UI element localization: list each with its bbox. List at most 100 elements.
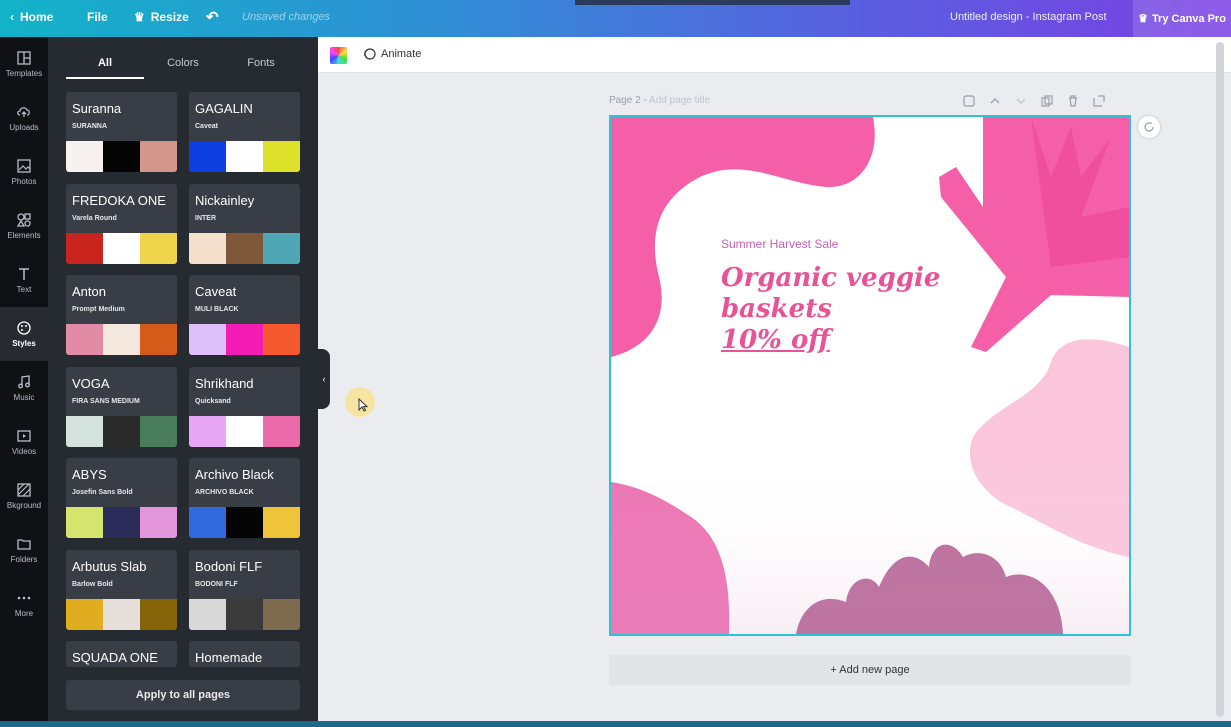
page-header: Page 2 - Add page title <box>609 95 711 106</box>
style-card[interactable]: SQUADA ONE <box>66 641 177 667</box>
style-card[interactable]: Caveat MULI BLACK <box>189 275 300 355</box>
style-card-subfont: Prompt Medium <box>72 306 125 313</box>
resize-button[interactable]: ♛ Resize <box>134 10 189 24</box>
rail-item-styles[interactable]: Styles <box>0 307 48 361</box>
color-swatch <box>226 507 263 538</box>
style-card[interactable]: Homemade <box>189 641 300 667</box>
design-canvas[interactable]: Summer Harvest Sale Organic veggie baske… <box>609 115 1131 636</box>
move-down-icon[interactable] <box>1014 94 1028 108</box>
rail-item-elements[interactable]: Elements <box>0 199 48 253</box>
page-title-input[interactable]: Add page title <box>649 95 710 106</box>
rail-item-videos[interactable]: Videos <box>0 415 48 469</box>
rotate-button[interactable] <box>1138 116 1160 138</box>
style-card-subfont: MULI BLACK <box>195 306 239 313</box>
rail-item-folders[interactable]: Folders <box>0 523 48 577</box>
try-pro-button[interactable]: ♛ Try Canva Pro <box>1133 0 1231 37</box>
tab-fonts[interactable]: Fonts <box>222 49 300 79</box>
style-card-subfont: Barlow Bold <box>72 580 113 588</box>
color-swatch <box>189 598 226 630</box>
collapse-panel-button[interactable]: ‹ <box>318 349 330 409</box>
style-card-subfont: Quicksand <box>195 397 231 405</box>
trash-icon[interactable] <box>1066 94 1080 108</box>
styles-panel: All Colors Fonts Suranna SURANNA GAGALIN Ca… <box>48 37 318 722</box>
color-swatch <box>263 598 300 630</box>
style-card-heading: GAGALIN <box>195 101 253 116</box>
design-title[interactable]: Untitled design - Instagram Post <box>950 11 1107 23</box>
color-swatches <box>66 507 177 538</box>
apply-all-button[interactable]: Apply to all pages <box>66 680 300 710</box>
rail-item-more[interactable]: More <box>0 577 48 631</box>
color-swatch <box>66 415 103 447</box>
color-swatch <box>66 598 103 630</box>
style-card[interactable]: ABYS Josefin Sans Bold <box>66 458 177 538</box>
side-rail: Templates Uploads Photos Elements Text Styles… <box>0 37 48 722</box>
editor-scrollbar[interactable] <box>1216 42 1224 717</box>
rail-item-photos[interactable]: Photos <box>0 145 48 199</box>
style-card-subfont: Caveat <box>195 123 218 130</box>
color-swatch <box>226 141 263 172</box>
style-card[interactable]: Arbutus Slab Barlow Bold <box>66 549 177 630</box>
color-swatch <box>140 232 177 264</box>
folder-icon <box>17 539 31 550</box>
rail-label: Templates <box>5 69 43 78</box>
style-card-subfont: FIRA SANS MEDIUM <box>72 397 140 405</box>
style-card[interactable]: Bodoni FLF BODONI FLF <box>189 549 300 630</box>
style-card[interactable]: Suranna SURANNA <box>66 92 177 172</box>
style-card[interactable]: VOGA FIRA SANS MEDIUM <box>66 366 177 447</box>
design-subtitle[interactable]: Summer Harvest Sale <box>721 237 838 251</box>
tab-all[interactable]: All <box>66 49 144 79</box>
add-page-icon[interactable] <box>1092 94 1106 108</box>
style-card[interactable]: Nickainley INTER <box>189 183 300 264</box>
file-menu[interactable]: File <box>87 10 108 24</box>
rail-label: Folders <box>10 555 38 564</box>
rail-label: Uploads <box>9 123 39 132</box>
panel-tabs: All Colors Fonts <box>66 49 300 79</box>
style-card-heading: Arbutus Slab <box>72 558 147 574</box>
color-swatch <box>140 141 177 172</box>
undo-button[interactable]: ↶ <box>206 8 219 26</box>
color-swatch <box>103 415 140 447</box>
palette-icon <box>17 321 31 335</box>
photos-icon <box>17 159 31 173</box>
color-swatches <box>66 324 177 355</box>
rail-item-text[interactable]: Text <box>0 253 48 307</box>
more-icon <box>17 596 31 600</box>
duplicate-icon[interactable] <box>1040 94 1054 108</box>
style-card[interactable]: GAGALIN Caveat <box>189 92 300 172</box>
headline-line-1: Organic veggie <box>721 263 941 293</box>
top-bar: ‹ Home File ♛ Resize ↶ Unsaved changes U… <box>0 0 1231 37</box>
style-card-heading: Nickainley <box>195 192 255 208</box>
style-card[interactable]: Anton Prompt Medium <box>66 275 177 355</box>
home-label: Home <box>20 10 54 24</box>
color-swatches <box>189 141 300 172</box>
style-card-subfont: Varela Round <box>72 214 117 222</box>
color-swatch <box>189 507 226 538</box>
style-card[interactable]: Shrikhand Quicksand <box>189 366 300 447</box>
tab-colors[interactable]: Colors <box>144 49 222 79</box>
rail-item-uploads[interactable]: Uploads <box>0 91 48 145</box>
notes-icon[interactable] <box>962 94 976 108</box>
color-swatches <box>189 324 300 355</box>
file-label: File <box>87 10 108 24</box>
style-card[interactable]: Archivo Black ARCHIVO BLACK <box>189 458 300 538</box>
style-card-heading: SQUADA ONE <box>72 650 158 665</box>
rail-item-bkground[interactable]: Bkground <box>0 469 48 523</box>
color-swatch <box>140 415 177 447</box>
color-picker-icon[interactable] <box>330 47 347 64</box>
elements-icon <box>16 213 31 227</box>
templates-icon <box>17 51 31 65</box>
text-icon <box>19 268 29 280</box>
move-up-icon[interactable] <box>988 94 1002 108</box>
try-pro-label: Try Canva Pro <box>1151 12 1226 25</box>
page-label: Page 2 <box>609 95 641 106</box>
design-headline[interactable]: Organic veggie baskets 10% off <box>721 263 940 356</box>
rail-item-music[interactable]: Music <box>0 361 48 415</box>
rail-item-templates[interactable]: Templates <box>0 37 48 91</box>
style-card[interactable]: FREDOKA ONE Varela Round <box>66 183 177 264</box>
rail-label: Music <box>13 393 35 402</box>
animate-button[interactable]: Animate <box>362 47 421 61</box>
home-button[interactable]: ‹ Home <box>10 10 53 24</box>
color-swatch <box>140 324 177 355</box>
style-card-heading: Homemade <box>195 650 263 665</box>
add-new-page-button[interactable]: + Add new page <box>609 655 1131 685</box>
